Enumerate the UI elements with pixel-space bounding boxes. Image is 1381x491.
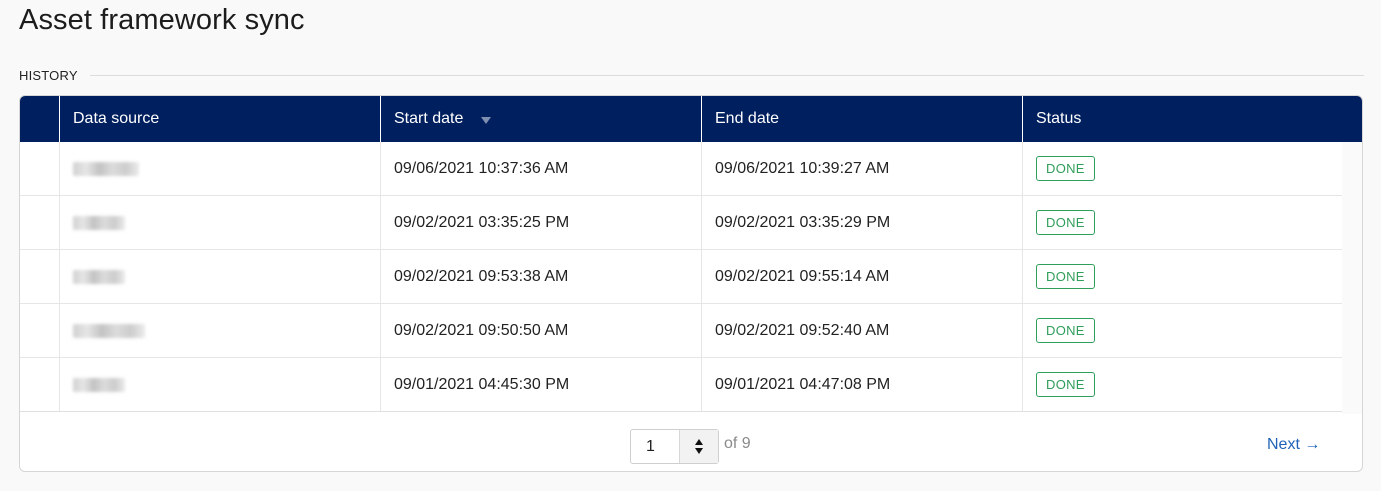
start-date-cell: 09/02/2021 09:50:50 AM: [381, 304, 702, 357]
end-date-cell: 09/01/2021 04:47:08 PM: [702, 358, 1023, 411]
table-row[interactable]: 09/02/2021 09:50:50 AM 09/02/2021 09:52:…: [20, 304, 1343, 358]
page-number-stepper[interactable]: 1: [630, 429, 719, 464]
status-cell: DONE: [1023, 304, 1343, 357]
start-date-cell: 09/02/2021 09:53:38 AM: [381, 250, 702, 303]
sort-descending-icon[interactable]: [481, 116, 492, 124]
row-select-cell: [20, 250, 60, 303]
redacted-data-source: [73, 323, 145, 338]
decrement-arrow-icon[interactable]: [695, 448, 703, 454]
start-date-cell: 09/06/2021 10:37:36 AM: [381, 142, 702, 195]
table-body: 09/06/2021 10:37:36 AM 09/06/2021 10:39:…: [20, 142, 1343, 412]
history-section-header: HISTORY: [19, 66, 1364, 84]
end-date-cell: 09/02/2021 09:55:14 AM: [702, 250, 1023, 303]
status-badge: DONE: [1036, 156, 1095, 181]
redacted-data-source: [73, 161, 139, 176]
table-row[interactable]: 09/06/2021 10:37:36 AM 09/06/2021 10:39:…: [20, 142, 1343, 196]
row-select-cell: [20, 196, 60, 249]
start-date-cell: 09/01/2021 04:45:30 PM: [381, 358, 702, 411]
section-divider: [89, 74, 1364, 76]
total-pages-label: of 9: [724, 435, 751, 452]
redacted-data-source: [73, 215, 125, 230]
end-date-cell: 09/02/2021 09:52:40 AM: [702, 304, 1023, 357]
column-header-start-date[interactable]: Start date: [381, 96, 702, 142]
data-source-cell: [60, 358, 381, 411]
column-header-status[interactable]: Status: [1023, 96, 1362, 142]
column-header-end-date[interactable]: End date: [702, 96, 1023, 142]
table-row[interactable]: 09/01/2021 04:45:30 PM 09/01/2021 04:47:…: [20, 358, 1343, 412]
increment-arrow-icon[interactable]: [695, 439, 703, 445]
row-select-cell: [20, 304, 60, 357]
data-source-cell: [60, 142, 381, 195]
column-header-label: Data source: [73, 110, 160, 127]
table-scrollbar[interactable]: [1342, 142, 1362, 414]
end-date-cell: 09/02/2021 03:35:29 PM: [702, 196, 1023, 249]
status-cell: DONE: [1023, 142, 1343, 195]
column-header-label: End date: [715, 110, 780, 127]
column-header-data-source[interactable]: Data source: [60, 96, 381, 142]
status-badge: DONE: [1036, 210, 1095, 235]
status-cell: DONE: [1023, 250, 1343, 303]
table-row[interactable]: 09/02/2021 09:53:38 AM 09/02/2021 09:55:…: [20, 250, 1343, 304]
data-source-cell: [60, 304, 381, 357]
page-title: Asset framework sync: [19, 4, 305, 36]
status-cell: DONE: [1023, 196, 1343, 249]
redacted-data-source: [73, 269, 125, 284]
history-table: Data source Start date End date Status 0…: [19, 95, 1363, 472]
status-badge: DONE: [1036, 372, 1095, 397]
stepper-arrows[interactable]: [679, 430, 718, 463]
end-date-cell: 09/06/2021 10:39:27 AM: [702, 142, 1023, 195]
table-row[interactable]: 09/02/2021 03:35:25 PM 09/02/2021 03:35:…: [20, 196, 1343, 250]
history-section-label: HISTORY: [19, 67, 78, 83]
row-select-cell: [20, 358, 60, 411]
column-header-label: Start date: [394, 110, 464, 127]
status-badge: DONE: [1036, 318, 1095, 343]
page-number-value[interactable]: 1: [631, 430, 679, 463]
start-date-cell: 09/02/2021 03:35:25 PM: [381, 196, 702, 249]
pagination-bar: 1 of 9 Next →: [20, 415, 1362, 471]
table-header-row: Data source Start date End date Status: [20, 96, 1362, 142]
column-header-label: Status: [1036, 110, 1082, 127]
status-cell: DONE: [1023, 358, 1343, 411]
redacted-data-source: [73, 377, 125, 392]
row-select-cell: [20, 142, 60, 195]
status-badge: DONE: [1036, 264, 1095, 289]
data-source-cell: [60, 250, 381, 303]
data-source-cell: [60, 196, 381, 249]
column-header-select: [20, 96, 60, 142]
next-page-link[interactable]: Next →: [1267, 436, 1320, 454]
